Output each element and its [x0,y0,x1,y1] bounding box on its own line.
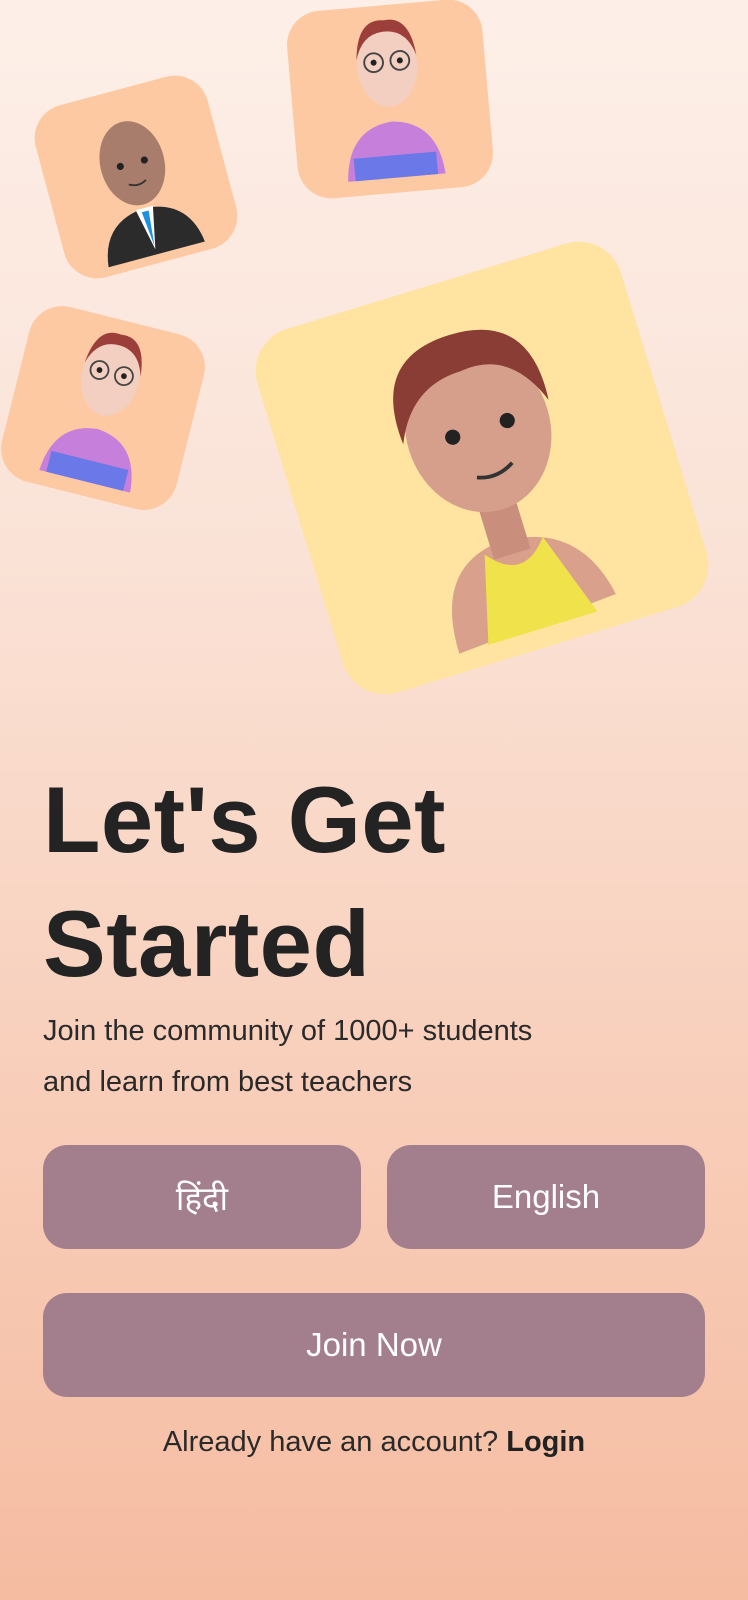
login-prompt-text: Already have an account? [162,1426,499,1458]
title-line-1: Let's Get [43,767,446,872]
girl-with-glasses-avatar-icon [39,332,142,493]
avatar-card-featured [244,230,720,706]
avatar-card-girl-top [284,0,496,202]
title-line-2: Started [43,891,371,996]
login-link[interactable]: Login [506,1426,585,1458]
avatar-card-teacher-man [26,67,246,287]
english-language-button[interactable]: English [387,1145,705,1249]
login-prompt-row: Already have an account? Login [0,1426,748,1459]
young-man-avatar-icon [393,329,616,654]
subtitle-line-2: and learn from best teachers [43,1066,413,1098]
bald-man-avatar-icon [99,121,205,268]
subtitle-line-1: Join the community of 1000+ students [43,1015,533,1047]
girl-with-glasses-avatar-icon [348,19,446,182]
subtitle: Join the community of 1000+ students and… [43,1006,532,1108]
page-title: Let's Get Started [43,758,446,1006]
avatar-card-girl-left [0,298,213,518]
join-now-button[interactable]: Join Now [43,1293,705,1397]
hindi-language-button[interactable]: हिंदी [43,1145,361,1249]
